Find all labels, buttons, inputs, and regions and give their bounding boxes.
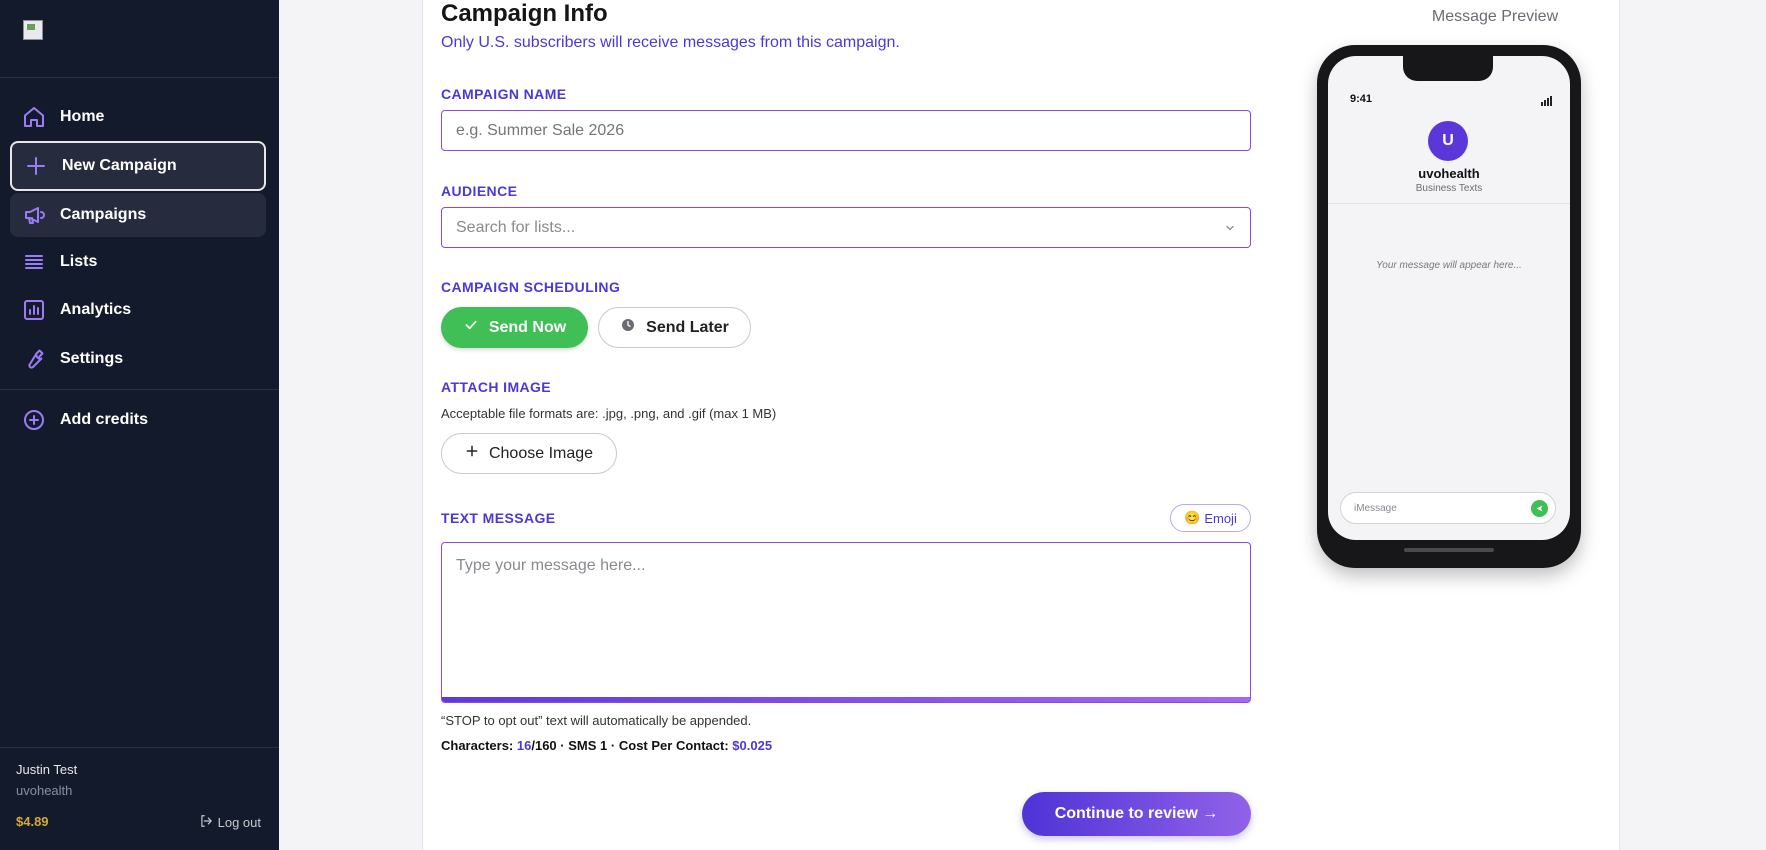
cost-value: $0.025 [732,738,773,753]
separator: · [560,738,565,753]
sidebar: Home New Campaign Campaigns Lists Analyt… [0,0,279,850]
sidebar-item-label: Home [60,108,105,125]
page-subtitle: Only U.S. subscribers will receive messa… [441,34,900,51]
emoji-label: Emoji [1204,510,1237,526]
send-later-button[interactable]: Send Later [598,307,751,348]
sidebar-item-campaigns[interactable]: Campaigns [10,193,266,237]
sms-count: SMS 1 [568,738,608,753]
check-icon [463,317,479,338]
logo-broken-image-icon[interactable] [23,20,43,40]
message-stats: Characters: 16/160 · SMS 1 · Cost Per Co… [441,738,772,753]
user-info: Justin Test uvohealth [16,762,77,798]
wrench-icon [22,347,46,371]
characters-count: 16 [516,738,532,753]
avatar: U [1428,121,1468,161]
text-message-placeholder: Type your message here... [456,557,646,574]
page-title: Campaign Info [441,0,608,27]
phone-screen: 9:41 U uvohealth Business Texts Your mes… [1328,56,1570,540]
plus-icon [465,444,479,463]
plus-circle-icon [22,408,46,432]
separator: · [610,738,616,753]
list-icon [22,250,46,274]
audience-label: AUDIENCE [441,183,518,199]
sidebar-item-add-credits[interactable]: Add credits [10,398,266,442]
sidebar-item-settings[interactable]: Settings [10,337,266,381]
cost-label: Cost Per Contact: [618,738,729,753]
campaign-name-input[interactable] [441,110,1251,151]
phone-time: 9:41 [1350,93,1373,105]
characters-max: /160 [531,738,557,753]
sidebar-item-new-campaign[interactable]: New Campaign [10,141,266,191]
imessage-placeholder: iMessage [1354,502,1397,514]
sidebar-item-label: Analytics [60,301,132,318]
logout-button[interactable]: Log out [199,814,261,831]
audience-placeholder: Search for lists... [456,218,576,236]
sidebar-item-label: Lists [60,253,98,270]
sidebar-divider [0,389,279,390]
megaphone-icon [22,203,46,227]
sidebar-item-label: Campaigns [60,206,147,223]
send-later-label: Send Later [646,318,729,336]
clock-icon [620,317,636,338]
sidebar-item-label: New Campaign [62,157,177,174]
user-name: Justin Test [16,762,78,777]
attach-image-label: ATTACH IMAGE [441,379,552,395]
send-now-label: Send Now [488,318,567,336]
sender-subtitle: Business Texts [1415,183,1483,194]
logout-label: Log out [217,815,261,830]
text-message-label: TEXT MESSAGE [441,510,556,526]
chevron-down-icon [1224,221,1236,239]
imessage-input: iMessage [1340,492,1556,524]
scheduling-label: CAMPAIGN SCHEDULING [441,279,621,295]
signal-icon [1541,96,1552,106]
emoji-button[interactable]: 😊 Emoji [1170,504,1251,532]
phone-home-indicator [1404,548,1494,552]
text-message-textarea[interactable]: Type your message here... [441,542,1251,703]
sidebar-divider [0,747,279,748]
character-progress-bar [442,697,1250,702]
opt-out-note: “STOP to opt out” text will automaticall… [441,713,752,728]
user-org: uvohealth [16,783,73,798]
home-icon [22,105,46,129]
message-placeholder: Your message will appear here... [1376,260,1522,271]
phone-mockup: 9:41 U uvohealth Business Texts Your mes… [1317,45,1581,568]
choose-image-label: Choose Image [488,444,594,462]
sidebar-item-analytics[interactable]: Analytics [10,288,266,332]
plus-icon [24,154,48,178]
sidebar-item-lists[interactable]: Lists [10,240,266,284]
smile-emoji-icon: 😊 [1184,510,1201,525]
choose-image-button[interactable]: Choose Image [441,433,617,474]
send-now-button[interactable]: Send Now [441,307,588,348]
sidebar-item-label: Add credits [60,411,149,428]
campaign-form-card: Campaign Info Only U.S. subscribers will… [422,0,1620,850]
phone-notch [1403,56,1493,81]
attach-image-help: Acceptable file formats are: .jpg, .png,… [441,406,777,421]
sender-name: uvohealth [1418,166,1480,181]
credit-balance: $4.89 [16,814,49,829]
send-arrow-icon [1531,500,1548,517]
chart-icon [22,298,46,322]
message-preview-title: Message Preview [1431,8,1559,25]
phone-divider [1328,203,1570,204]
campaign-name-label: CAMPAIGN NAME [441,86,567,102]
sidebar-divider [0,77,279,78]
logout-icon [199,814,213,831]
continue-to-review-button[interactable]: Continue to review → [1022,792,1251,836]
audience-select[interactable]: Search for lists... [441,207,1251,248]
characters-label: Characters: [441,738,514,753]
sidebar-item-home[interactable]: Home [10,95,266,139]
sidebar-item-label: Settings [60,350,124,367]
